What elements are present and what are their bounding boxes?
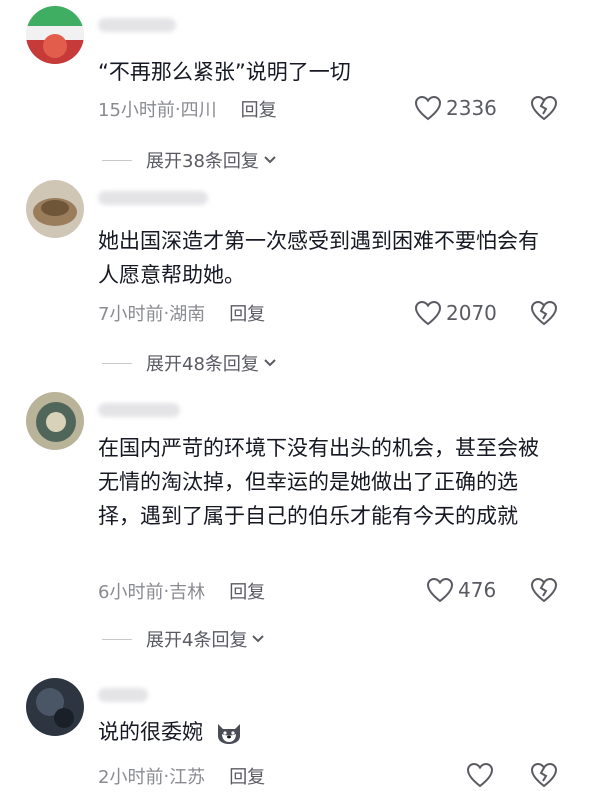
expand-divider bbox=[102, 362, 132, 364]
broken-heart-icon bbox=[530, 95, 558, 121]
comment-time: 6小时前 bbox=[98, 582, 164, 603]
comment-text: 在国内严苛的环境下没有出头的机会，甚至会被无情的淘汰掉，但幸运的是她做出了正确的… bbox=[98, 436, 539, 528]
avatar[interactable] bbox=[26, 678, 84, 736]
dislike-button[interactable] bbox=[530, 762, 558, 792]
broken-heart-icon bbox=[530, 577, 558, 603]
reply-button[interactable]: 回复 bbox=[229, 578, 265, 604]
chevron-down-icon bbox=[264, 156, 276, 164]
reply-button[interactable]: 回复 bbox=[229, 763, 265, 789]
like-button[interactable]: 2070 bbox=[414, 300, 497, 326]
like-button[interactable] bbox=[466, 762, 498, 788]
comment-time: 2小时前 bbox=[98, 767, 164, 788]
comment-meta: 2小时前 · 江苏 回复 bbox=[98, 763, 265, 789]
avatar[interactable] bbox=[26, 392, 84, 450]
expand-replies-button[interactable]: 展开48条回复 bbox=[102, 350, 277, 376]
comment-feed: “不再那么紧张”说明了一切 15小时前 · 四川 回复 2336 展开38条回复 bbox=[0, 0, 589, 800]
dislike-button[interactable] bbox=[530, 300, 558, 330]
username-blurred[interactable] bbox=[98, 18, 176, 32]
avatar[interactable] bbox=[26, 180, 84, 238]
like-button[interactable]: 476 bbox=[426, 577, 496, 603]
comment-meta: 6小时前 · 吉林 回复 bbox=[98, 578, 265, 604]
chevron-down-icon bbox=[252, 635, 265, 643]
heart-icon bbox=[426, 577, 454, 603]
expand-replies-button[interactable]: 展开4条回复 bbox=[102, 626, 265, 652]
broken-heart-icon bbox=[530, 762, 558, 788]
username-blurred[interactable] bbox=[98, 191, 208, 205]
like-count: 2336 bbox=[446, 96, 497, 120]
username-blurred[interactable] bbox=[98, 688, 148, 702]
chevron-down-icon bbox=[264, 359, 276, 367]
comment-text: “不再那么紧张”说明了一切 bbox=[98, 60, 351, 84]
comment-time: 7小时前 bbox=[98, 304, 164, 325]
like-count: 476 bbox=[458, 578, 497, 602]
heart-icon bbox=[414, 300, 442, 326]
expand-replies-label: 展开4条回复 bbox=[146, 630, 248, 651]
reply-button[interactable]: 回复 bbox=[229, 300, 265, 326]
comment-text: 她出国深造才第一次感受到遇到困难不要怕会有人愿意帮助她。 bbox=[98, 229, 539, 287]
comment-meta: 7小时前 · 湖南 回复 bbox=[98, 300, 265, 326]
expand-divider bbox=[102, 638, 132, 640]
comment-text: 说的很委婉 bbox=[98, 715, 548, 749]
expand-divider bbox=[102, 159, 132, 161]
like-button[interactable]: 2336 bbox=[414, 95, 497, 121]
dislike-button[interactable] bbox=[530, 95, 558, 125]
comment-text-content: 说的很委婉 bbox=[98, 720, 203, 744]
avatar[interactable] bbox=[26, 6, 84, 64]
like-count: 2070 bbox=[446, 301, 497, 325]
expand-replies-label: 展开38条回复 bbox=[146, 151, 259, 172]
username-blurred[interactable] bbox=[98, 403, 180, 417]
expand-replies-label: 展开48条回复 bbox=[146, 354, 259, 375]
comment-location: 四川 bbox=[180, 100, 217, 121]
expand-replies-button[interactable]: 展开38条回复 bbox=[102, 147, 277, 173]
reply-button[interactable]: 回复 bbox=[241, 96, 277, 122]
dislike-button[interactable] bbox=[530, 577, 558, 607]
heart-icon bbox=[466, 762, 494, 788]
comment-location: 吉林 bbox=[169, 582, 206, 603]
comment-location: 湖南 bbox=[169, 304, 206, 325]
broken-heart-icon bbox=[530, 300, 558, 326]
dog-emoji-icon bbox=[217, 724, 240, 744]
comment-time: 15小时前 bbox=[98, 100, 175, 121]
comment-meta: 15小时前 · 四川 回复 bbox=[98, 96, 277, 122]
heart-icon bbox=[414, 95, 442, 121]
comment-location: 江苏 bbox=[169, 767, 206, 788]
